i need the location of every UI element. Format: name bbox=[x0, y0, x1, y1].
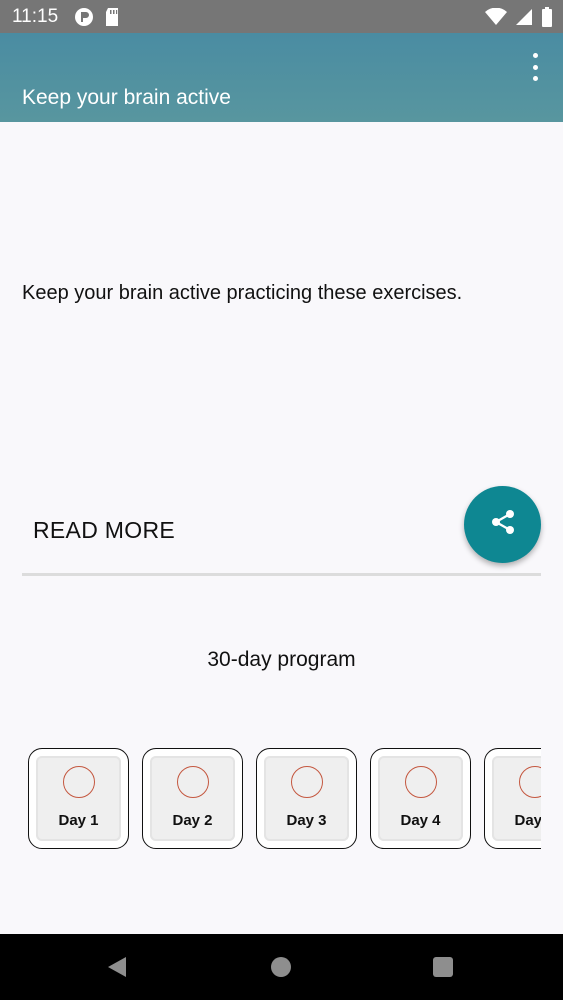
days-list: Day 1 Day 2 Day 3 Day 4 Day 5 bbox=[22, 748, 541, 849]
day-status-circle-icon bbox=[62, 766, 95, 798]
more-options-button[interactable] bbox=[523, 53, 547, 81]
status-bar: 11:15 bbox=[0, 0, 563, 33]
day-card-5[interactable]: Day 5 bbox=[484, 748, 541, 849]
day-label: Day 3 bbox=[286, 812, 327, 829]
day-card-4[interactable]: Day 4 bbox=[370, 748, 471, 849]
day-card-inner: Day 2 bbox=[150, 756, 235, 841]
day-card-inner: Day 3 bbox=[264, 756, 349, 841]
navigation-bar bbox=[0, 934, 563, 1000]
intro-text: Keep your brain active practicing these … bbox=[22, 282, 463, 304]
status-time: 11:15 bbox=[12, 6, 59, 27]
day-label: Day 1 bbox=[58, 812, 99, 829]
day-card-inner: Day 1 bbox=[36, 756, 121, 841]
days-scroller[interactable]: Day 1 Day 2 Day 3 Day 4 Day 5 bbox=[22, 748, 541, 852]
day-label: Day 4 bbox=[400, 812, 441, 829]
share-icon bbox=[488, 507, 518, 542]
day-card-1[interactable]: Day 1 bbox=[28, 748, 129, 849]
day-status-circle-icon bbox=[518, 766, 541, 798]
day-status-circle-icon bbox=[176, 766, 209, 798]
status-icons-left bbox=[74, 7, 120, 32]
back-icon[interactable] bbox=[108, 957, 126, 977]
cellular-signal-icon bbox=[515, 8, 533, 31]
more-vert-icon bbox=[532, 53, 538, 58]
divider bbox=[22, 573, 541, 576]
day-status-circle-icon bbox=[290, 766, 323, 798]
day-label: Day 2 bbox=[172, 812, 213, 829]
day-card-inner: Day 5 bbox=[492, 756, 541, 841]
day-card-3[interactable]: Day 3 bbox=[256, 748, 357, 849]
status-icons-right bbox=[485, 7, 553, 32]
share-button[interactable] bbox=[464, 486, 541, 563]
day-label: Day 5 bbox=[514, 812, 541, 829]
app-bar: Keep your brain active bbox=[0, 33, 563, 122]
app-notification-icon bbox=[74, 7, 94, 32]
day-status-circle-icon bbox=[404, 766, 437, 798]
more-vert-icon-dot bbox=[532, 76, 538, 81]
wifi-icon bbox=[485, 7, 507, 31]
day-card-inner: Day 4 bbox=[378, 756, 463, 841]
recents-icon[interactable] bbox=[433, 957, 453, 977]
sd-card-icon bbox=[104, 7, 120, 32]
app-bar-title: Keep your brain active bbox=[22, 86, 231, 109]
battery-icon bbox=[541, 7, 553, 32]
program-title: 30-day program bbox=[207, 648, 356, 671]
day-card-2[interactable]: Day 2 bbox=[142, 748, 243, 849]
more-vert-icon-dot bbox=[532, 64, 538, 70]
home-icon[interactable] bbox=[271, 957, 291, 977]
read-more-button[interactable]: READ MORE bbox=[33, 517, 175, 544]
